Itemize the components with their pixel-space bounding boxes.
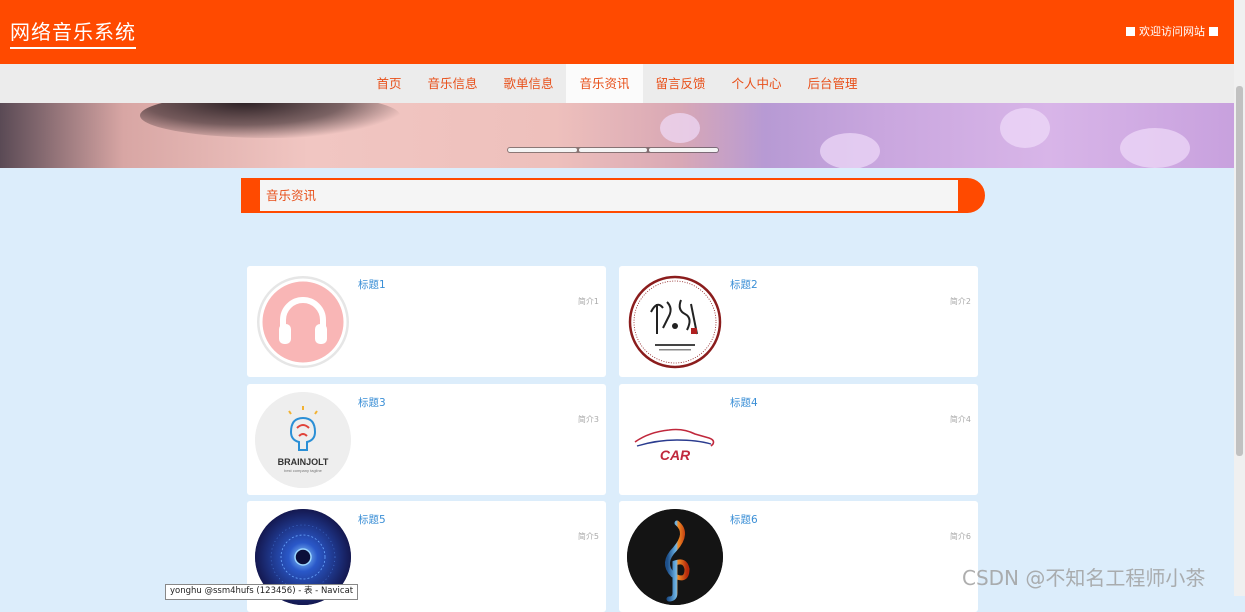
scrollbar-thumb[interactable] bbox=[1236, 86, 1243, 456]
section-title: 音乐资讯 bbox=[260, 180, 958, 211]
carousel-dot[interactable] bbox=[578, 148, 648, 152]
banner-flower bbox=[660, 113, 700, 143]
banner-flower bbox=[1120, 128, 1190, 168]
section-header: 音乐资讯 bbox=[241, 178, 985, 213]
banner-flower bbox=[1000, 108, 1050, 148]
card-title[interactable]: 标题6 bbox=[730, 512, 758, 527]
nav-item-music-news[interactable]: 音乐资讯 bbox=[566, 64, 643, 103]
headphones-icon bbox=[255, 274, 351, 370]
brainjolt-logo-text: BRAINJOLT bbox=[278, 457, 329, 467]
card-title[interactable]: 标题5 bbox=[358, 512, 386, 527]
car-logo-text: CAR bbox=[660, 447, 691, 463]
card-intro: 简介3 bbox=[577, 415, 599, 424]
taskbar-tooltip: yonghu @ssm4hufs (123456) - 表 - Navicat bbox=[165, 584, 359, 600]
banner-flower bbox=[820, 133, 880, 168]
nav-item-music-info[interactable]: 音乐信息 bbox=[414, 64, 490, 103]
brainjolt-logo-subtext: best company tagline bbox=[284, 468, 323, 473]
page-scrollbar[interactable] bbox=[1234, 0, 1245, 596]
card-intro: 简介2 bbox=[949, 297, 971, 306]
card-title[interactable]: 标题3 bbox=[358, 395, 386, 410]
nav-item-playlist-info[interactable]: 歌单信息 bbox=[490, 64, 566, 103]
carousel-indicators bbox=[507, 147, 719, 153]
card-intro: 简介6 bbox=[949, 532, 971, 541]
card-title[interactable]: 标题1 bbox=[358, 277, 386, 292]
card-intro: 简介1 bbox=[577, 297, 599, 306]
card-title[interactable]: 标题4 bbox=[730, 395, 758, 410]
news-card[interactable]: 标题6 简介6 bbox=[619, 501, 978, 612]
carousel-dot[interactable] bbox=[649, 148, 719, 152]
carousel-dot[interactable] bbox=[508, 148, 577, 152]
square-icon bbox=[1209, 26, 1218, 36]
card-intro: 简介4 bbox=[949, 415, 971, 424]
banner-photo bbox=[140, 103, 400, 138]
nav-item-home[interactable]: 首页 bbox=[363, 64, 414, 103]
treble-clef-fire-water-image bbox=[627, 509, 723, 605]
news-card[interactable]: 标题2 简介2 bbox=[619, 266, 978, 377]
banner-carousel[interactable] bbox=[0, 103, 1234, 168]
news-card[interactable]: 标题1 简介1 bbox=[247, 266, 606, 377]
card-title[interactable]: 标题2 bbox=[730, 277, 758, 292]
site-title[interactable]: 网络音乐系统 bbox=[10, 16, 136, 49]
nav-item-personal-center[interactable]: 个人中心 bbox=[719, 64, 795, 103]
main-nav: 首页 音乐信息 歌单信息 音乐资讯 留言反馈 个人中心 后台管理 bbox=[0, 64, 1234, 103]
card-intro: 简介5 bbox=[577, 532, 599, 541]
site-header: 网络音乐系统 欢迎访问网站 bbox=[0, 0, 1234, 64]
nav-item-feedback[interactable]: 留言反馈 bbox=[643, 64, 719, 103]
welcome-text: 欢迎访问网站 bbox=[1139, 25, 1205, 38]
brainjolt-logo: BRAINJOLT best company tagline bbox=[255, 392, 351, 488]
news-card[interactable]: CAR 标题4 简介4 bbox=[619, 384, 978, 495]
nav-item-admin[interactable]: 后台管理 bbox=[795, 64, 871, 103]
car-logo: CAR bbox=[627, 392, 723, 488]
watermark: CSDN @不知名工程师小茶 bbox=[962, 566, 1206, 590]
welcome-area: 欢迎访问网站 bbox=[1126, 23, 1218, 39]
news-card[interactable]: BRAINJOLT best company tagline 标题3 简介3 bbox=[247, 384, 606, 495]
square-icon bbox=[1126, 26, 1135, 36]
calligraphy-seal-logo bbox=[627, 274, 723, 370]
